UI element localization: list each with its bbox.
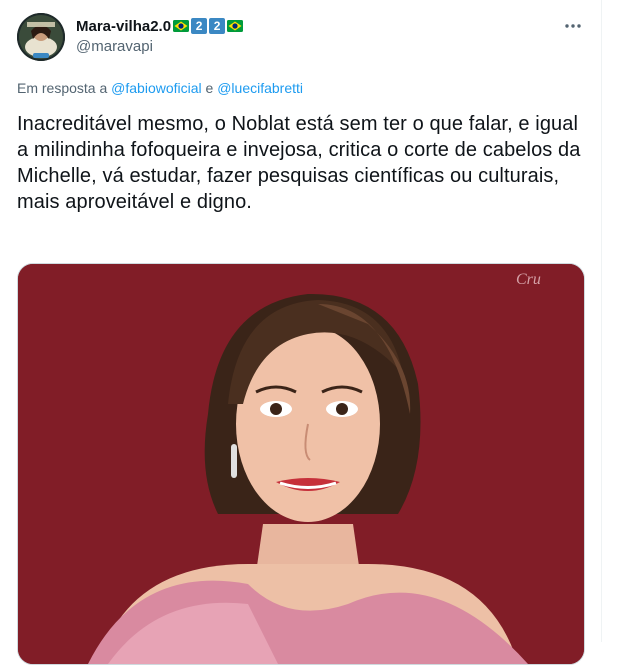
- brazil-flag-icon: [227, 20, 244, 32]
- tweet-media-image[interactable]: Cru: [17, 263, 585, 665]
- tweet-container: Mara-vilha2.0 2 2 @maravapi Em resposta …: [0, 0, 602, 665]
- keycap-2-icon: 2: [209, 18, 226, 34]
- artist-signature: Cru: [516, 271, 541, 288]
- user-handle[interactable]: @maravapi: [76, 38, 153, 55]
- author-row: Mara-vilha2.0 2 2: [76, 15, 244, 37]
- avatar-image: [17, 13, 65, 61]
- mention-link[interactable]: @fabiowoficial: [111, 80, 201, 96]
- more-horizontal-icon: [565, 24, 581, 28]
- keycap-2-icon: 2: [191, 18, 208, 34]
- brazil-flag-icon: [173, 20, 190, 32]
- portrait-illustration: Cru: [18, 264, 584, 664]
- reply-prefix: Em resposta a: [17, 80, 108, 96]
- avatar[interactable]: [17, 13, 65, 61]
- tweet-text: Inacreditável mesmo, o Noblat está sem t…: [17, 113, 581, 213]
- mention-link[interactable]: @luecifabretti: [217, 80, 303, 96]
- reply-conjunction: e: [205, 80, 214, 96]
- more-options-button[interactable]: [561, 14, 585, 38]
- reply-context: Em resposta a @fabiowoficial e @luecifab…: [17, 80, 303, 96]
- display-name[interactable]: Mara-vilha2.0: [76, 18, 171, 35]
